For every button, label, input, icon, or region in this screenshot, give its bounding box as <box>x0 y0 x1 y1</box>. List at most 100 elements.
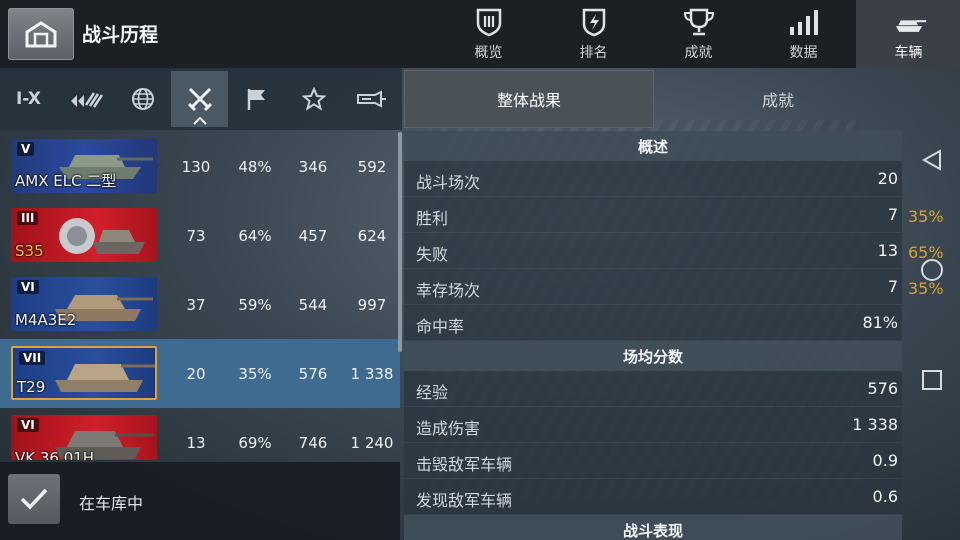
stat-row: 造成伤害 1 338 <box>404 407 902 443</box>
tank-card: III S35 <box>11 208 157 262</box>
section-average-title: 场均分数 <box>404 341 902 371</box>
stat-row: 胜利 7 <box>404 197 902 233</box>
tank-card: V AMX ELC 二型 <box>11 139 157 193</box>
stat-value: 0.9 <box>872 451 898 470</box>
tab-label: 概览 <box>474 45 503 61</box>
stat-label: 幸存场次 <box>416 281 481 300</box>
list-scrollbar[interactable] <box>398 132 402 352</box>
detail-tabs: 整体战果 成就 <box>404 70 902 128</box>
stat-value: 7 <box>887 205 898 224</box>
flag-icon <box>247 89 265 110</box>
stat-label: 战斗场次 <box>416 173 481 192</box>
filter-nation[interactable] <box>114 71 171 127</box>
tank-name: S35 <box>15 242 44 260</box>
in-garage-checkbox[interactable] <box>8 474 60 524</box>
page-title: 战斗历程 <box>82 24 159 46</box>
list-item[interactable]: VI VK 36.01H 13 69% 746 1 240 <box>0 408 400 460</box>
list-item-selected[interactable]: VII T29 20 35% 576 1 338 <box>0 339 400 408</box>
tab-label: 车辆 <box>894 45 923 61</box>
win-rate: 64% <box>238 226 272 245</box>
avg-damage: 457 <box>298 226 328 245</box>
list-item[interactable]: V AMX ELC 二型 130 48% 346 592 <box>0 132 400 201</box>
tab-overall-results[interactable]: 整体战果 <box>404 70 654 128</box>
cannon-icon <box>356 90 386 108</box>
tank-image <box>59 218 145 254</box>
tab-label: 成就 <box>684 45 713 61</box>
tank-name: VK 36.01H <box>15 449 95 460</box>
tab-achievements[interactable]: 成就 <box>646 0 751 68</box>
stat-label: 失败 <box>416 245 449 264</box>
avg-damage: 346 <box>298 157 328 176</box>
filter-premium[interactable] <box>342 71 399 127</box>
avg-damage: 576 <box>298 364 328 383</box>
tier-badge: VII <box>19 351 46 365</box>
battles-count: 37 <box>186 295 206 314</box>
stat-value: 0.6 <box>872 487 898 506</box>
stat-row: 战斗场次 20 <box>404 161 902 197</box>
tab-label: 数据 <box>789 45 818 61</box>
tank-name: T29 <box>17 378 46 396</box>
stat-value: 13 <box>877 241 898 260</box>
best-value: 997 <box>357 295 387 314</box>
tab-ranking[interactable]: 排名 <box>541 0 646 68</box>
win-rate: 69% <box>238 433 272 452</box>
bars-icon <box>786 6 822 38</box>
stat-value: 81% <box>862 313 898 332</box>
tab-vehicles[interactable]: 车辆 <box>856 0 960 68</box>
tab-achievements-detail[interactable]: 成就 <box>654 70 902 128</box>
battles-count: 13 <box>186 433 206 452</box>
filter-battle-mode[interactable] <box>171 71 228 127</box>
top-bar: 战斗历程 概览 排名 成就 数据 车辆 <box>0 0 960 68</box>
tank-card: VI M4A3E2 <box>11 277 157 331</box>
home-icon[interactable] <box>920 258 944 282</box>
list-item[interactable]: VI M4A3E2 37 59% 544 997 <box>0 270 400 339</box>
best-value: 1 240 <box>350 433 394 452</box>
filter-tank-type[interactable] <box>57 71 114 127</box>
recents-icon[interactable] <box>920 368 944 392</box>
globe-icon <box>131 88 154 110</box>
chevron-up-icon <box>192 117 207 125</box>
garage-icon <box>25 21 57 48</box>
stat-row: 失败 13 <box>404 233 902 269</box>
tab-data[interactable]: 数据 <box>751 0 856 68</box>
back-icon[interactable] <box>920 148 944 172</box>
stat-label: 造成伤害 <box>416 419 481 438</box>
stat-value: 7 <box>887 277 898 296</box>
filter-tier[interactable]: I-X <box>0 71 57 127</box>
stat-label: 击毁敌军车辆 <box>416 455 513 474</box>
win-rate: 48% <box>238 157 272 176</box>
tank-name: AMX ELC 二型 <box>15 172 117 190</box>
battles-count: 73 <box>186 226 206 245</box>
in-garage-label: 在车库中 <box>79 494 144 513</box>
section-performance-title: 战斗表现 <box>404 515 902 540</box>
filter-tier-label: I-X <box>15 89 42 109</box>
stat-row: 击毁敌军车辆 0.9 <box>404 443 902 479</box>
stat-row: 经验 576 <box>404 371 902 407</box>
tab-overview[interactable]: 概览 <box>436 0 541 68</box>
tank-icon <box>891 6 927 38</box>
star-icon <box>301 87 326 111</box>
filter-flag[interactable] <box>228 71 285 127</box>
badge-icon <box>576 6 612 38</box>
filter-favorites[interactable] <box>285 71 342 127</box>
crossed-swords-icon <box>187 87 212 112</box>
stats-panel: 概述 战斗场次 20 胜利 7 失败 13 幸存场次 7 命中率 81% 场均分… <box>404 131 902 540</box>
tier-badge: V <box>17 142 35 156</box>
tank-type-icon <box>70 92 103 108</box>
trophy-icon <box>681 6 717 38</box>
stat-label: 经验 <box>416 383 449 402</box>
garage-home-button[interactable] <box>8 8 74 60</box>
stat-label: 胜利 <box>416 209 449 228</box>
list-item[interactable]: III S35 73 64% 457 624 <box>0 201 400 270</box>
tier-badge: VI <box>17 280 39 294</box>
stat-label: 发现敌军车辆 <box>416 491 513 510</box>
stat-row: 发现敌军车辆 0.6 <box>404 479 902 515</box>
avg-damage: 746 <box>298 433 328 452</box>
nav-tabs: 概览 排名 成就 数据 车辆 <box>436 0 960 68</box>
battles-count: 130 <box>181 157 211 176</box>
shield-icon <box>471 6 507 38</box>
win-rate: 59% <box>238 295 272 314</box>
best-value: 1 338 <box>350 364 394 383</box>
system-nav-bar <box>902 68 960 540</box>
filter-bar: I-X <box>0 68 402 130</box>
